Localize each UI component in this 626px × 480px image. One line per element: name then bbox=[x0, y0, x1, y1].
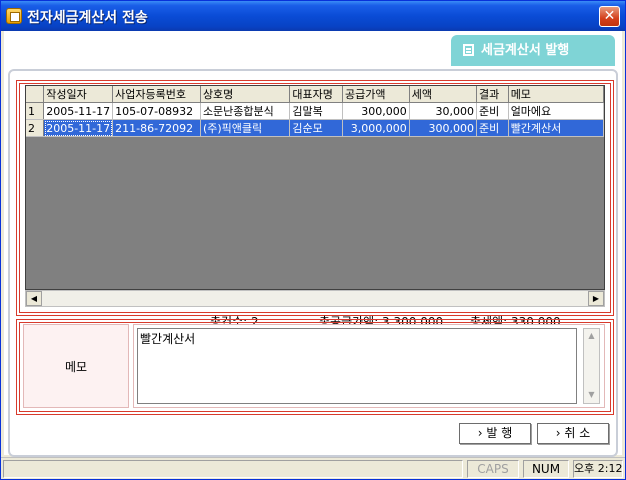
document-icon bbox=[463, 44, 474, 56]
cell-company[interactable]: (주)픽앤클릭 bbox=[200, 119, 291, 137]
client-area: 세금계산서 발행 작성일자 사업자등록번호 상호명 대표자명 공급가액 세액 결… bbox=[4, 31, 622, 457]
memo-area: 빨간계산서 ▲ ▼ bbox=[133, 324, 605, 408]
cell-result[interactable]: 준비 bbox=[476, 119, 509, 137]
invoice-grid-frame: 작성일자 사업자등록번호 상호명 대표자명 공급가액 세액 결과 메모 1 20… bbox=[16, 80, 614, 329]
cell-biz-no[interactable]: 211-86-72092 bbox=[112, 119, 201, 137]
grid-header-row: 작성일자 사업자등록번호 상호명 대표자명 공급가액 세액 결과 메모 bbox=[26, 86, 604, 103]
cell-result[interactable]: 준비 bbox=[476, 102, 509, 120]
top-band: 세금계산서 발행 bbox=[4, 31, 622, 71]
cell-tax[interactable]: 30,000 bbox=[409, 102, 477, 120]
row-number[interactable]: 2 bbox=[26, 119, 45, 137]
memo-vertical-scrollbar[interactable]: ▲ ▼ bbox=[583, 328, 600, 404]
title-bar[interactable]: 전자세금계산서 전송 ✕ bbox=[1, 1, 625, 31]
status-message-pane bbox=[3, 460, 463, 478]
column-header-biz-no[interactable]: 사업자등록번호 bbox=[112, 86, 201, 103]
cell-date[interactable]: 2005-11-17 bbox=[43, 119, 114, 137]
caps-indicator: CAPS bbox=[467, 460, 519, 478]
close-button[interactable]: ✕ bbox=[599, 6, 620, 27]
row-number[interactable]: 1 bbox=[26, 102, 45, 120]
cell-tax[interactable]: 300,000 bbox=[409, 119, 477, 137]
column-header-ceo[interactable]: 대표자명 bbox=[289, 86, 343, 103]
cell-supply[interactable]: 3,000,000 bbox=[342, 119, 410, 137]
cell-biz-no[interactable]: 105-07-08932 bbox=[112, 102, 201, 120]
column-header-supply[interactable]: 공급가액 bbox=[342, 86, 410, 103]
invoice-table: 작성일자 사업자등록번호 상호명 대표자명 공급가액 세액 결과 메모 1 20… bbox=[26, 86, 604, 137]
column-header-memo[interactable]: 메모 bbox=[508, 86, 604, 103]
cell-company[interactable]: 소문난종합분식 bbox=[200, 102, 291, 120]
scroll-left-icon[interactable]: ◀ bbox=[26, 291, 42, 306]
table-row[interactable]: 1 2005-11-17 105-07-08932 소문난종합분식 김말복 30… bbox=[26, 102, 604, 120]
column-header-result[interactable]: 결과 bbox=[476, 86, 509, 103]
issue-tax-invoice-tab[interactable]: 세금계산서 발행 bbox=[451, 35, 615, 66]
scroll-right-icon[interactable]: ▶ bbox=[588, 291, 604, 306]
cell-supply[interactable]: 300,000 bbox=[342, 102, 410, 120]
memo-frame: 메모 빨간계산서 ▲ ▼ bbox=[16, 319, 614, 415]
num-indicator: NUM bbox=[523, 460, 569, 478]
cell-ceo[interactable]: 김말복 bbox=[289, 102, 343, 120]
window-title: 전자세금계산서 전송 bbox=[27, 10, 148, 26]
document-app-icon bbox=[6, 8, 22, 24]
scroll-down-icon[interactable]: ▼ bbox=[584, 388, 599, 403]
cell-memo[interactable]: 얼마에요 bbox=[508, 102, 604, 120]
cell-date[interactable]: 2005-11-17 bbox=[43, 102, 114, 120]
scroll-up-icon[interactable]: ▲ bbox=[584, 329, 599, 344]
cell-ceo[interactable]: 김순모 bbox=[289, 119, 343, 137]
cell-memo[interactable]: 빨간계산서 bbox=[508, 119, 604, 137]
memo-label: 메모 bbox=[23, 324, 129, 408]
column-header-company[interactable]: 상호명 bbox=[200, 86, 291, 103]
app-window: 전자세금계산서 전송 ✕ 세금계산서 발행 작성일자 사업자등록번호 상호명 대… bbox=[0, 0, 626, 480]
cancel-button[interactable]: › 취 소 bbox=[537, 423, 609, 444]
column-header-tax[interactable]: 세액 bbox=[409, 86, 477, 103]
issue-button[interactable]: › 발 행 bbox=[459, 423, 531, 444]
table-row-selected[interactable]: 2 2005-11-17 211-86-72092 (주)픽앤클릭 김순모 3,… bbox=[26, 119, 604, 137]
issue-tab-label: 세금계산서 발행 bbox=[481, 43, 570, 58]
column-header[interactable] bbox=[26, 86, 45, 103]
column-header-date[interactable]: 작성일자 bbox=[43, 86, 114, 103]
status-bar: CAPS NUM 오후 2:12 bbox=[1, 457, 625, 479]
clock: 오후 2:12 bbox=[573, 460, 623, 478]
memo-textarea[interactable]: 빨간계산서 bbox=[137, 328, 577, 404]
invoice-grid[interactable]: 작성일자 사업자등록번호 상호명 대표자명 공급가액 세액 결과 메모 1 20… bbox=[25, 85, 605, 290]
horizontal-scrollbar[interactable]: ◀ ▶ bbox=[25, 290, 605, 307]
